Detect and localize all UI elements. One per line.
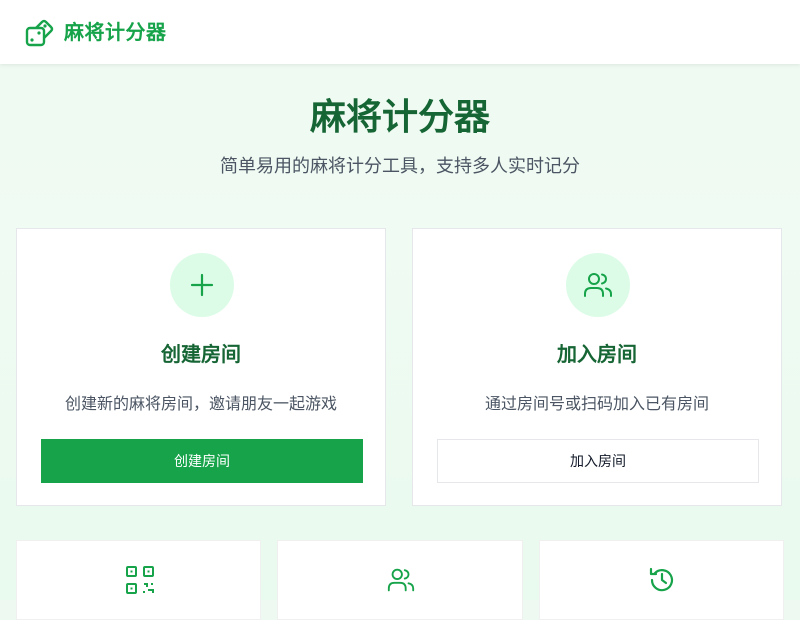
create-room-description: 创建新的麻将房间，邀请朋友一起游戏 bbox=[64, 394, 337, 413]
history-icon bbox=[649, 567, 674, 592]
create-room-title: 创建房间 bbox=[161, 342, 241, 366]
join-room-button[interactable]: 加入房间 bbox=[437, 439, 759, 483]
feature-card-history bbox=[539, 540, 784, 620]
feature-card-players bbox=[277, 540, 523, 620]
feature-card-qrcode bbox=[16, 540, 261, 620]
users-icon bbox=[584, 273, 612, 297]
top-navbar: 麻将计分器 bbox=[0, 0, 800, 64]
create-room-icon-circle bbox=[170, 253, 234, 317]
join-room-icon-circle bbox=[566, 253, 630, 317]
app-name[interactable]: 麻将计分器 bbox=[64, 19, 167, 45]
page-subtitle: 简单易用的麻将计分工具，支持多人实时记分 bbox=[220, 156, 580, 177]
page-title: 麻将计分器 bbox=[309, 97, 490, 138]
join-room-description: 通过房间号或扫码加入已有房间 bbox=[484, 394, 709, 413]
join-room-title: 加入房间 bbox=[557, 342, 637, 366]
users-icon bbox=[387, 568, 415, 592]
create-room-button[interactable]: 创建房间 bbox=[41, 439, 363, 483]
create-room-card: 创建房间 创建新的麻将房间，邀请朋友一起游戏 创建房间 bbox=[16, 228, 386, 506]
plus-icon bbox=[190, 273, 214, 297]
join-room-card: 加入房间 通过房间号或扫码加入已有房间 加入房间 bbox=[412, 228, 782, 506]
qrcode-icon bbox=[126, 566, 154, 594]
dice-icon[interactable] bbox=[24, 16, 56, 48]
